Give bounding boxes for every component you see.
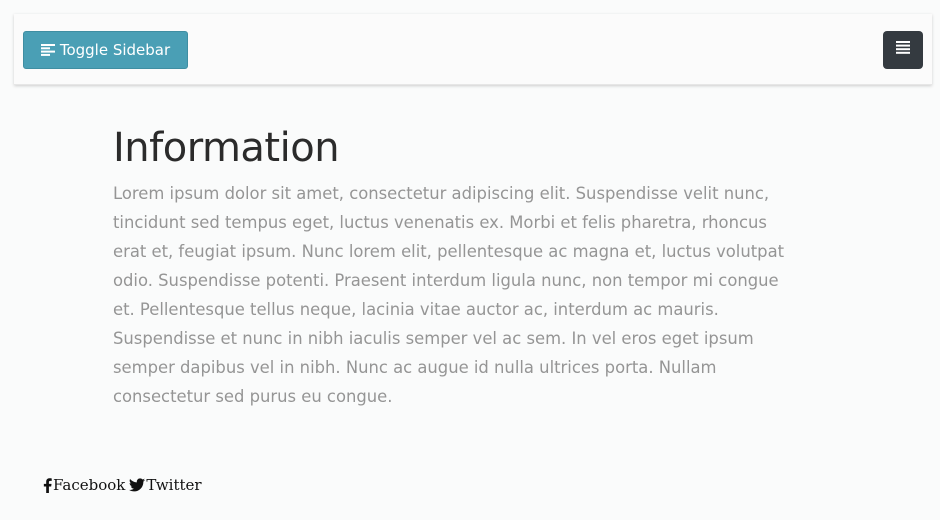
align-left-icon: [40, 44, 55, 56]
main-content: Information Lorem ipsum dolor sit amet, …: [113, 123, 833, 411]
twitter-label: Twitter: [146, 476, 202, 494]
twitter-link[interactable]: Twitter: [129, 476, 202, 494]
body-paragraph: Lorem ipsum dolor sit amet, consectetur …: [113, 184, 785, 406]
navbar-menu-button[interactable]: [883, 31, 923, 69]
twitter-icon: [129, 478, 146, 492]
footer-social-links: Facebook Twitter: [43, 476, 206, 494]
page-title: Information: [113, 125, 340, 171]
facebook-link[interactable]: Facebook: [43, 476, 125, 494]
top-navbar: Toggle Sidebar: [14, 14, 932, 85]
toggle-sidebar-label: Toggle Sidebar: [59, 41, 171, 59]
facebook-label: Facebook: [53, 476, 126, 494]
facebook-icon: [43, 477, 52, 493]
toggle-sidebar-button[interactable]: Toggle Sidebar: [23, 31, 188, 69]
hamburger-menu-icon: [896, 41, 910, 59]
